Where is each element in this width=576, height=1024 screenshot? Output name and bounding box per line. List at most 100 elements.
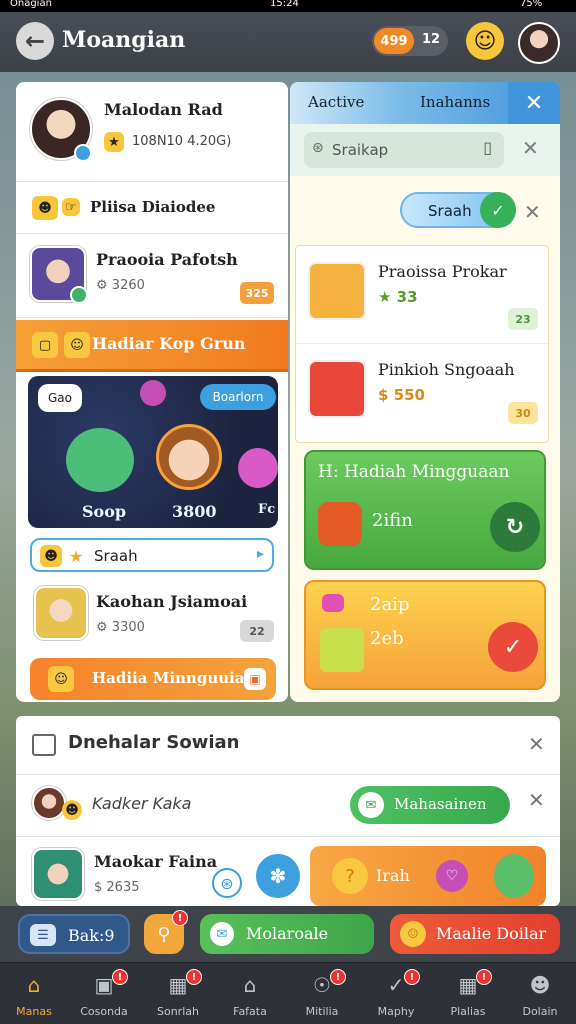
coin-counter[interactable]: 499 12 [372, 26, 448, 56]
search-field[interactable]: ☻ ★ Sraah ▸ [30, 538, 274, 572]
creature-icon [494, 854, 534, 898]
section-label: Pliisa Diaiodee [90, 198, 216, 216]
tab-active[interactable]: Aactive [308, 93, 364, 111]
red-action-button[interactable]: ☺ Maalie Doilar [390, 914, 560, 954]
notification-badge: ! [330, 969, 346, 985]
user-avatar[interactable] [518, 22, 560, 64]
nav-label: Fafata [233, 1005, 267, 1018]
lock-icon: ⚲ [157, 923, 171, 945]
item-name: Pinkioh Sngoaah [378, 360, 515, 379]
tab-inahanns[interactable]: Inahanns [420, 93, 490, 111]
close-icon[interactable]: ✕ [508, 82, 560, 124]
status-bar: Onagian 15:24 75% [0, 0, 576, 12]
notification-badge: ! [172, 910, 188, 926]
nav-item-cosonda[interactable]: ▣ ! Cosonda [72, 969, 136, 1023]
nav-label: Plalias [450, 1005, 486, 1018]
backpack-button[interactable]: ☰ Bak:9 [18, 914, 130, 954]
nav-label: Sonrlah [157, 1005, 199, 1018]
house-icon: ⌂ [243, 973, 257, 997]
notification-badge: ! [404, 969, 420, 985]
friend-score: ⚙ 3260 [96, 278, 145, 293]
gift-line2: 2eb [370, 628, 404, 649]
thumb-icon: ☞ [62, 198, 80, 216]
dismiss-icon[interactable]: ✕ [524, 200, 541, 224]
chat-bubble: Gao [38, 384, 82, 412]
bird-icon[interactable]: ✽ [256, 854, 300, 898]
item-score: $ 550 [378, 386, 425, 404]
friend-name: Praooia Pafotsh [96, 250, 238, 269]
backpack-icon [318, 502, 362, 546]
tab-bar: Aactive Inahanns ✕ [290, 82, 560, 124]
search-pill-label: Sraah [428, 202, 472, 220]
green-action-button[interactable]: ✉ Molaroale [200, 914, 374, 954]
friend2-row[interactable]: Kaohan Jsiamoai ⚙ 3300 22 [16, 578, 288, 652]
notification-badge: ! [476, 969, 492, 985]
scene-pill[interactable]: Boarlorn [200, 384, 276, 410]
search-label: Sraah [94, 547, 138, 565]
nav-item-plalias[interactable]: ▦ ! Plalias [436, 969, 500, 1023]
weekly-reward-card[interactable]: H: Hadiah Mingguaan 2ifin ↻ [304, 450, 546, 570]
carrier-text: Onagian [10, 0, 52, 9]
arrow-left-icon: ← [24, 27, 46, 55]
app-header: ← Moangian 499 12 ☺ [0, 12, 576, 72]
reward-title: H: Hadiah Mingguaan [318, 462, 510, 482]
notification-badge: ! [186, 969, 202, 985]
refresh-icon[interactable]: ↻ [490, 502, 540, 552]
gift-reward-card[interactable]: 2aip 2eb ✓ [304, 580, 546, 690]
item-score-value: 550 [393, 386, 425, 404]
emoji-face-icon[interactable]: ☺ [466, 22, 504, 60]
trash-icon[interactable]: ▣ [244, 668, 266, 690]
chat-icon: ✉ [210, 922, 234, 946]
message-button-label: Mahasainen [394, 795, 487, 813]
hadiah-minggu-button[interactable]: ☺ Hadiia Minnguuian ▣ [30, 658, 276, 700]
search-button[interactable]: Sraah ✓ [400, 192, 516, 228]
search-circle-icon[interactable]: ⊛ [212, 868, 242, 898]
hadiah-banner[interactable]: ▢ ☺ Hadiar Kop Grun [16, 320, 288, 372]
nav-item-maphy[interactable]: ✓ ! Maphy [364, 969, 428, 1023]
item-score: ★ 33 [378, 288, 418, 306]
close-icon[interactable]: ✕ [528, 732, 545, 756]
bookmark-icon[interactable]: ▯ [483, 138, 492, 157]
search-input[interactable]: ⊛ Sraikap ▯ [304, 132, 504, 168]
select-all-checkbox[interactable] [32, 734, 56, 756]
nav-item-fafata[interactable]: ⌂ Fafata [218, 969, 282, 1023]
face-icon: ☺ [48, 666, 74, 692]
clear-search-icon[interactable]: ✕ [522, 136, 539, 160]
nav-item-mitilia[interactable]: ☉ ! Mitilia [290, 969, 354, 1023]
reward-strip[interactable]: ? Irah ♡ [310, 846, 546, 906]
profile-row[interactable]: Malodan Rad ★ 108N10 4.20G) [16, 82, 288, 182]
row2-name: Maokar Faina [94, 852, 218, 871]
friend-row[interactable]: Praooia Pafotsh ⚙ 3260 325 [16, 234, 288, 318]
remove-icon[interactable]: ✕ [528, 788, 545, 812]
cat-icon: ☻ [40, 545, 62, 567]
message-button[interactable]: ✉ Mahasainen [350, 786, 510, 824]
game-scene[interactable]: Gao Boarlorn Soop 3800 Fc [28, 376, 278, 528]
battery-text: 75% [520, 0, 543, 9]
search-row: ⊛ Sraikap ▯ ✕ [290, 124, 560, 176]
red-btn-label: Maalie Doilar [436, 924, 547, 943]
list-item[interactable]: Praoissa Prokar ★ 33 23 [296, 246, 548, 344]
row2-score-value: 2635 [106, 880, 140, 895]
scene-label-right: 3800 [172, 502, 217, 521]
paw-icon: ☻ [62, 800, 82, 820]
friend2-name: Kaohan Jsiamoai [96, 592, 248, 611]
verified-icon [74, 144, 92, 162]
list-item[interactable]: Pinkioh Sngoaah $ 550 30 [296, 344, 548, 442]
nav-item-dolain[interactable]: ☻ Dolain [508, 969, 572, 1023]
chevron-right-icon: ▸ [256, 546, 264, 562]
item-name: Praoissa Prokar [378, 262, 507, 281]
notification-badge: ! [112, 969, 128, 985]
bottom-nav: ⌂ Manas ▣ ! Cosonda ▦ ! Sonrlah ⌂ Fafata… [0, 962, 576, 1024]
chat-icon: ✉ [358, 792, 384, 818]
nav-label: Dolain [522, 1005, 558, 1018]
check-icon[interactable]: ✓ [488, 622, 538, 672]
scene-label-edge: Fc [258, 502, 276, 517]
nav-item-sonrlah[interactable]: ▦ ! Sonrlah [146, 969, 210, 1023]
back-button[interactable]: ← [16, 22, 54, 60]
smile-icon: ☺ [64, 332, 90, 358]
nav-item-manas[interactable]: ⌂ Manas [2, 969, 66, 1023]
item-badge: 30 [508, 402, 538, 424]
banner-label: Hadiar Kop Grun [92, 334, 246, 353]
redhair-thumbnail [308, 360, 366, 418]
heart-icon: ♡ [436, 860, 468, 892]
